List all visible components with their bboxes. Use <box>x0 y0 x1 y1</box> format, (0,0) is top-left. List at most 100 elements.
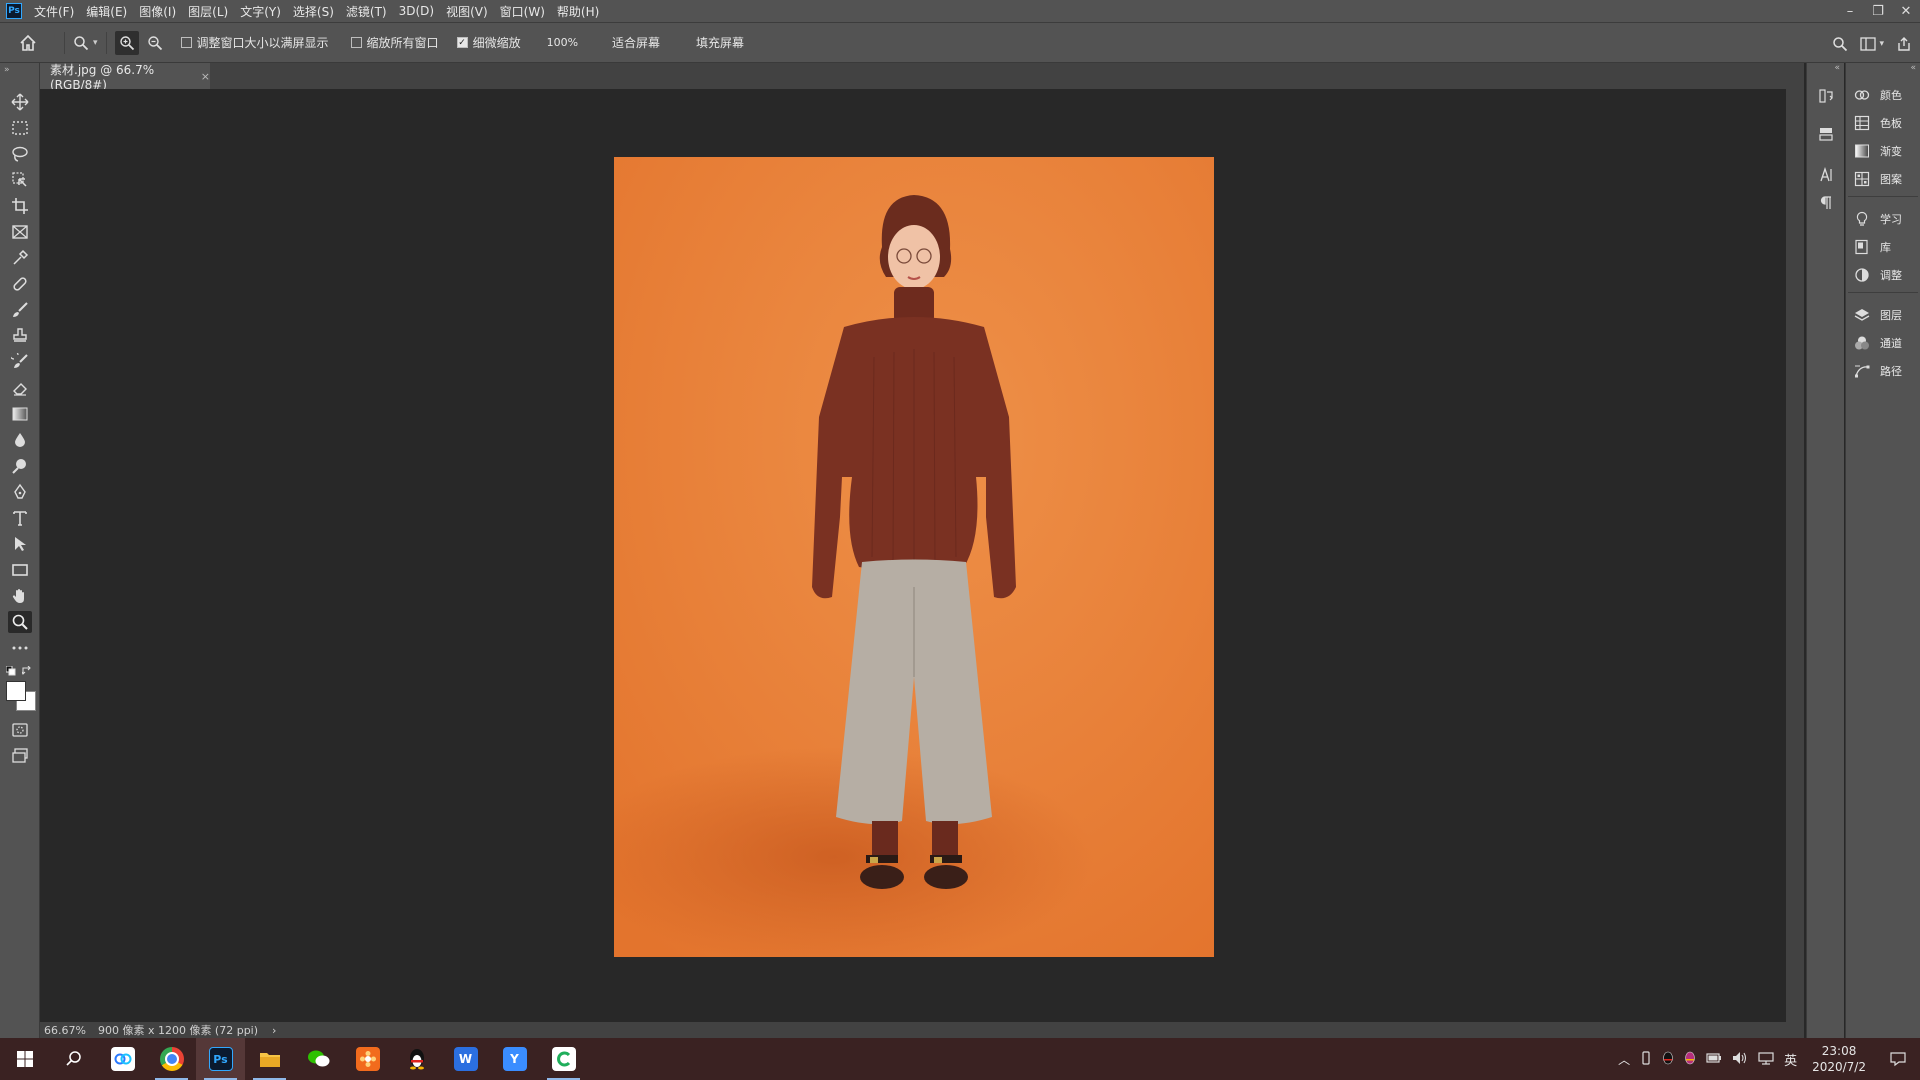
taskbar-search-button[interactable] <box>49 1038 98 1080</box>
dodge-tool[interactable] <box>8 455 32 477</box>
screen-mode-button[interactable] <box>8 745 32 767</box>
zoom-in-button[interactable] <box>114 30 139 55</box>
taskbar-app-qq[interactable] <box>392 1038 441 1080</box>
close-window-button[interactable]: ✕ <box>1892 0 1920 22</box>
foreground-background-colors[interactable] <box>6 681 36 711</box>
chevron-up-icon[interactable]: ︿ <box>1613 1051 1635 1068</box>
zoom-level[interactable]: 66.67% <box>44 1024 86 1037</box>
foreground-color-swatch[interactable] <box>6 681 26 701</box>
object-selection-tool[interactable] <box>8 169 32 191</box>
character-icon[interactable] <box>1817 166 1835 184</box>
crop-tool[interactable] <box>8 195 32 217</box>
menu-layer[interactable]: 图层(L) <box>182 3 234 20</box>
hand-tool[interactable] <box>8 585 32 607</box>
history-icon[interactable] <box>1817 87 1835 105</box>
taskbar-app-baidu-netdisk[interactable] <box>98 1038 147 1080</box>
taskbar-app-wps-writer[interactable]: W <box>441 1038 490 1080</box>
share-icon[interactable] <box>1896 36 1912 52</box>
color-swap-controls[interactable] <box>6 666 34 678</box>
panel-adjustments[interactable]: 调整 <box>1854 264 1902 286</box>
minimize-button[interactable]: – <box>1836 0 1864 22</box>
lasso-tool[interactable] <box>8 143 32 165</box>
menu-view[interactable]: 视图(V) <box>440 3 494 20</box>
zoom-out-button[interactable] <box>143 31 167 55</box>
eraser-tool[interactable] <box>8 377 32 399</box>
panel-learn[interactable]: 学习 <box>1854 208 1902 230</box>
quick-mask-button[interactable] <box>8 719 32 741</box>
frame-tool[interactable] <box>8 221 32 243</box>
properties-icon[interactable] <box>1817 125 1835 143</box>
menu-edit[interactable]: 编辑(E) <box>80 3 133 20</box>
healing-brush-tool[interactable] <box>8 273 32 295</box>
panel-paths[interactable]: 路径 <box>1854 360 1902 382</box>
panel-gradients[interactable]: 渐变 <box>1854 140 1902 162</box>
close-tab-button[interactable]: × <box>201 70 210 83</box>
menu-file[interactable]: 文件(F) <box>28 3 80 20</box>
network-icon[interactable] <box>1753 1051 1779 1068</box>
collapse-panel-icon[interactable]: « <box>1834 63 1840 73</box>
eyedropper-tool[interactable] <box>8 247 32 269</box>
panel-swatches[interactable]: 色板 <box>1854 112 1902 134</box>
search-icon[interactable] <box>1832 36 1848 52</box>
taskbar-app-flower[interactable] <box>343 1038 392 1080</box>
clone-stamp-tool[interactable] <box>8 325 32 347</box>
input-method-indicator[interactable]: 英 <box>1779 1050 1802 1069</box>
zoom-tool[interactable] <box>8 611 32 633</box>
usb-icon[interactable] <box>1635 1050 1657 1068</box>
expand-panel-icon[interactable]: » <box>4 65 10 75</box>
type-tool[interactable] <box>8 507 32 529</box>
rectangle-tool[interactable] <box>8 559 32 581</box>
clock[interactable]: 23:08 2020/7/2 <box>1802 1043 1876 1075</box>
document-image[interactable] <box>574 157 1214 967</box>
zoom-all-windows-checkbox[interactable]: 缩放所有窗口 <box>350 34 439 51</box>
status-menu-arrow[interactable]: › <box>272 1024 276 1037</box>
taskbar-app-chrome[interactable] <box>147 1038 196 1080</box>
windows-logo-icon <box>16 1051 33 1067</box>
workspace-switcher[interactable]: ▾ <box>1860 36 1884 51</box>
menu-help[interactable]: 帮助(H) <box>551 3 605 20</box>
zoom-tool-preset[interactable]: ▾ <box>73 35 98 51</box>
battery-icon[interactable] <box>1701 1052 1727 1066</box>
move-tool[interactable] <box>8 91 32 113</box>
panel-channels[interactable]: 通道 <box>1854 332 1902 354</box>
taskbar-app-photoshop[interactable]: Ps <box>196 1038 245 1080</box>
qq-tray-icon[interactable] <box>1657 1051 1679 1068</box>
marquee-tool[interactable] <box>8 117 32 139</box>
panel-color[interactable]: 颜色 <box>1854 84 1902 106</box>
panel-patterns[interactable]: 图案 <box>1854 168 1902 190</box>
history-brush-tool[interactable] <box>8 351 32 373</box>
gradient-tool[interactable] <box>8 403 32 425</box>
taskbar-app-wechat[interactable] <box>294 1038 343 1080</box>
brush-tool[interactable] <box>8 299 32 321</box>
start-button[interactable] <box>0 1038 49 1080</box>
zoom-100-button[interactable]: 100% <box>539 33 586 52</box>
panel-layers[interactable]: 图层 <box>1854 304 1902 326</box>
menu-select[interactable]: 选择(S) <box>287 3 340 20</box>
scrubby-zoom-checkbox[interactable]: ✓ 细微缩放 <box>456 34 521 51</box>
path-selection-tool[interactable] <box>8 533 32 555</box>
menu-type[interactable]: 文字(Y) <box>234 3 287 20</box>
menu-window[interactable]: 窗口(W) <box>494 3 551 20</box>
qq-tray-icon-2[interactable] <box>1679 1051 1701 1068</box>
menu-filter[interactable]: 滤镜(T) <box>340 3 393 20</box>
paragraph-icon[interactable] <box>1817 194 1835 212</box>
collapse-panel-icon[interactable]: « <box>1910 63 1916 73</box>
edit-toolbar-button[interactable] <box>8 637 32 659</box>
resize-windows-checkbox[interactable]: 调整窗口大小以满屏显示 <box>180 34 329 51</box>
fit-screen-button[interactable]: 适合屏幕 <box>604 31 668 54</box>
pen-tool[interactable] <box>8 481 32 503</box>
taskbar-app-green[interactable] <box>539 1038 588 1080</box>
menu-image[interactable]: 图像(I) <box>133 3 182 20</box>
taskbar-app-wps-browser[interactable]: Y <box>490 1038 539 1080</box>
blur-tool[interactable] <box>8 429 32 451</box>
document-tab[interactable]: 素材.jpg @ 66.7%(RGB/8#) × <box>40 63 210 92</box>
panel-libraries[interactable]: 库 <box>1854 236 1891 258</box>
volume-icon[interactable] <box>1727 1051 1753 1068</box>
vertical-scrollbar[interactable] <box>1786 89 1804 1022</box>
taskbar-app-file-explorer[interactable] <box>245 1038 294 1080</box>
menu-3d[interactable]: 3D(D) <box>393 4 440 18</box>
home-button[interactable] <box>0 34 56 52</box>
restore-button[interactable]: ❐ <box>1864 0 1892 22</box>
fill-screen-button[interactable]: 填充屏幕 <box>688 31 752 54</box>
action-center-button[interactable] <box>1876 1038 1920 1080</box>
